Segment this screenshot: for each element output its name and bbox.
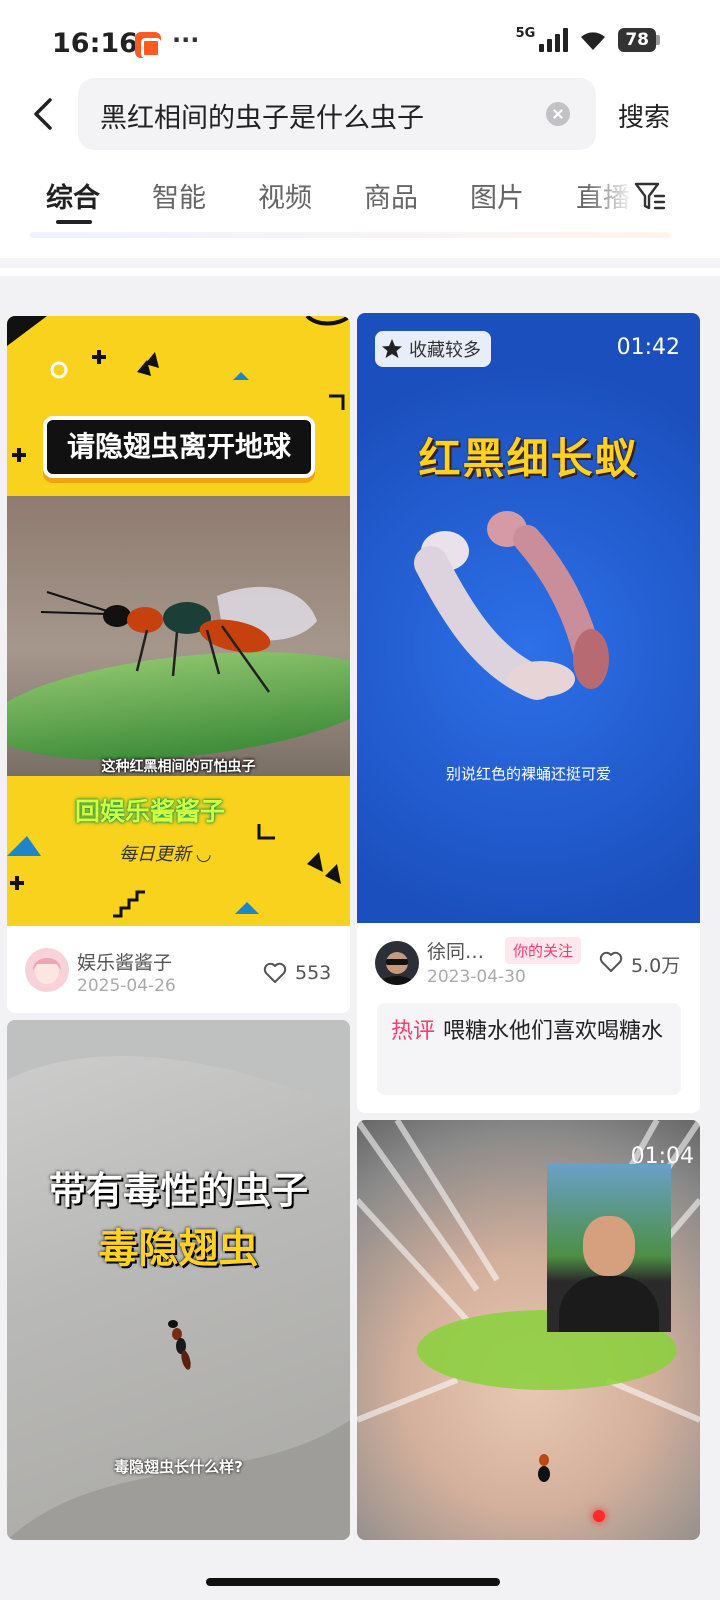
status-bar: 16:16 ··· 5G 78 [0,0,720,80]
signal-icon [539,28,569,52]
heart-icon[interactable] [599,951,623,973]
kuaishou-icon [135,32,161,58]
thumbnail-title-line1: 带有毒性的虫子 [49,1169,308,1212]
avatar[interactable] [375,941,419,985]
popular-badge: 收藏较多 [375,331,491,367]
search-input[interactable]: 黑红相间的虫子是什么虫子 [78,78,596,150]
video-thumbnail[interactable]: 收藏较多 01:42 红黑细长蚁 别说红色的裸蛹还挺可爱 [357,313,700,923]
small-beetle-icon [538,1454,550,1482]
video-duration: 01:42 [616,335,680,360]
video-thumbnail[interactable]: 带有毒性的虫子 毒隐翅虫 毒隐翅虫长什么样? [7,1020,350,1540]
post-date: 2025-04-26 [77,976,176,996]
active-tab-indicator [56,220,92,224]
battery-icon: 78 [618,28,660,52]
presenter-inset [547,1164,671,1332]
post-date: 2023-04-30 [427,967,526,987]
heart-icon[interactable] [263,962,287,984]
tab-images[interactable]: 图片 [470,176,524,215]
rove-beetle-icon [168,1320,191,1370]
bite-mark-dot [593,1510,605,1522]
back-arrow-icon[interactable] [26,94,62,134]
status-indicators: 5G 78 [515,25,660,52]
search-button[interactable]: 搜索 [618,97,670,134]
like-count: 5.0万 [631,955,681,977]
thumbnail-title-line2: 毒隐翅虫 [98,1226,259,1272]
ant-pupae-illustration [414,511,609,700]
author-name[interactable]: 徐同… [427,937,484,964]
hot-comment[interactable]: 热评 喂糖水他们喜欢喝糖水 [377,1003,681,1095]
author-name[interactable]: 娱乐酱酱子 [77,948,172,975]
clear-icon[interactable] [546,102,570,126]
hot-comment-label: 热评 [391,1019,436,1044]
search-query[interactable]: 黑红相间的虫子是什么虫子 [100,96,424,135]
thumbnail-title: 红黑细长蚁 [418,434,639,483]
filter-icon[interactable] [630,176,670,216]
video-thumbnail[interactable]: 01:04 [357,1120,700,1540]
thumbnail-caption: 毒隐翅虫长什么样? [114,1458,243,1476]
following-badge: 你的关注 [505,937,582,964]
decor-shapes-icon [7,316,350,918]
star-icon [382,339,402,358]
result-card-3[interactable]: 带有毒性的虫子 毒隐翅虫 毒隐翅虫长什么样? [7,1020,350,1540]
like-count: 553 [295,962,332,984]
result-card-4[interactable]: 01:04 [357,1120,700,1540]
home-indicator[interactable] [206,1578,500,1586]
wifi-icon [581,32,606,50]
tab-smart[interactable]: 智能 [152,176,206,215]
tab-video[interactable]: 视频 [258,176,312,215]
avatar[interactable] [25,948,69,992]
thumbnail-caption: 别说红色的裸蛹还挺可爱 [445,765,611,783]
hot-comment-text: 喂糖水他们喜欢喝糖水 [443,1019,664,1044]
more-notifications-icon: ··· [172,26,200,54]
tab-all[interactable]: 综合 [46,176,100,215]
video-duration: 01:04 [630,1144,694,1169]
result-card-1[interactable]: 请隐翅虫离开地球 这种红黑相间的可怕虫子 回娱乐酱酱子 每日更新 ◡ 娱乐酱酱子… [7,316,350,1013]
popular-badge-label: 收藏较多 [409,340,481,361]
result-tabs: 综合 智能 视频 商品 图片 直播 [0,170,720,230]
tab-goods[interactable]: 商品 [364,176,418,215]
battery-level: 78 [618,28,656,52]
status-time: 16:16 [52,28,138,59]
video-thumbnail[interactable]: 请隐翅虫离开地球 这种红黑相间的可怕虫子 回娱乐酱酱子 每日更新 ◡ [7,316,350,926]
network-type: 5G [515,25,536,41]
result-card-2[interactable]: 收藏较多 01:42 红黑细长蚁 别说红色的裸蛹还挺可爱 徐同… 你的关注 20… [357,313,700,1113]
